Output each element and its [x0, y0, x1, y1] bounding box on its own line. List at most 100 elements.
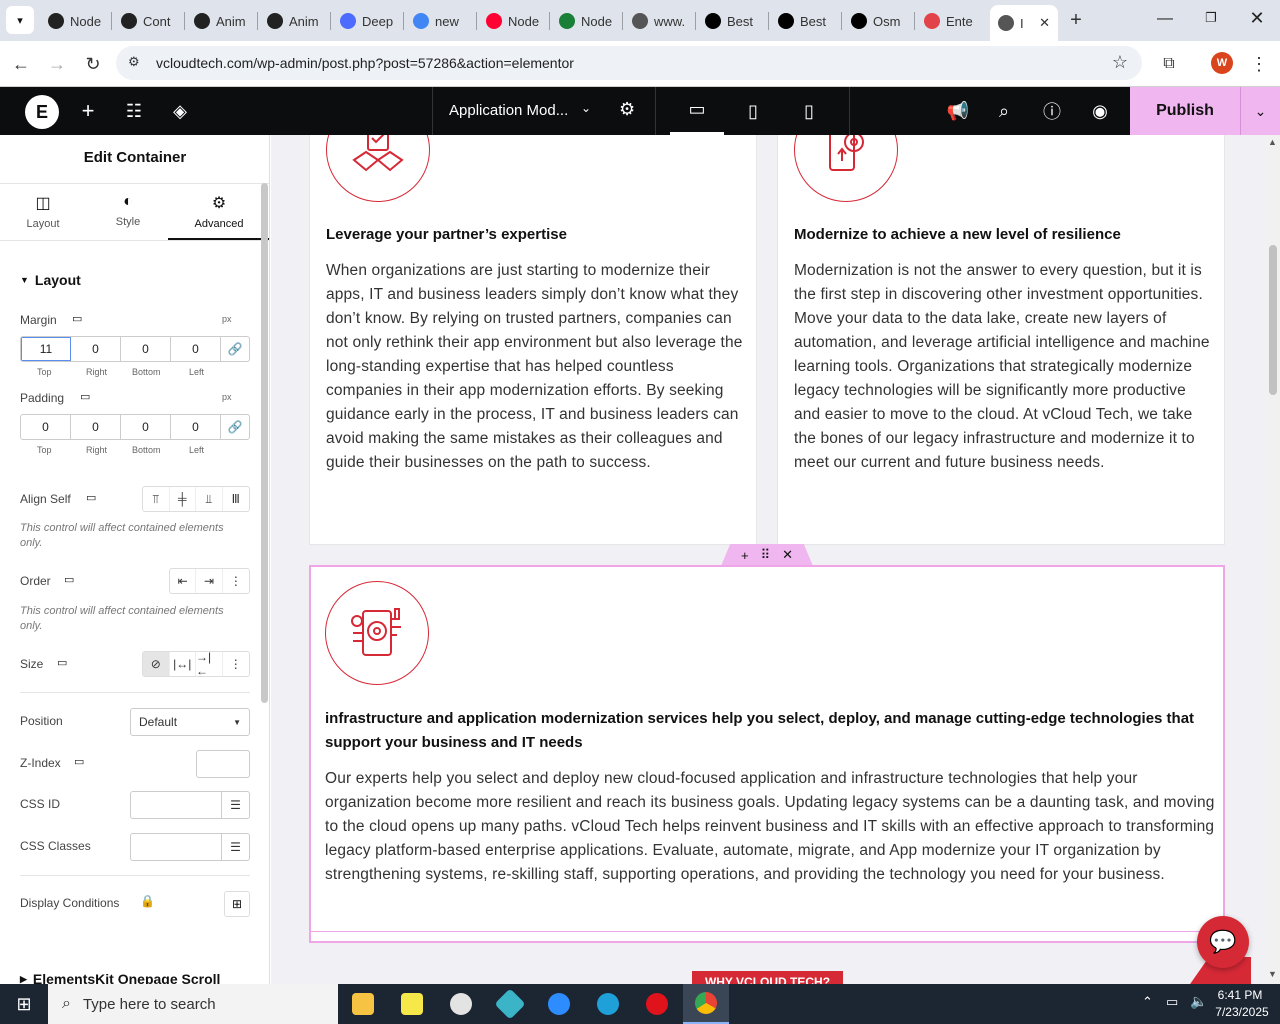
margin-left-input[interactable]: 0	[171, 337, 221, 361]
align-stretch-icon[interactable]: Ⅲ	[223, 487, 249, 511]
bookmark-star-icon[interactable]: ☆	[1112, 52, 1128, 73]
browser-tab[interactable]: Osm	[843, 6, 911, 36]
scroll-thumb[interactable]	[1269, 245, 1277, 395]
layout-section-header[interactable]: ▼ Layout	[20, 272, 81, 288]
browser-tab[interactable]: new	[405, 6, 473, 36]
margin-top-input[interactable]: 11	[21, 337, 71, 361]
feature-card[interactable]: Modernize to achieve a new level of resi…	[777, 135, 1225, 545]
drag-handle-icon[interactable]: ⠿	[761, 547, 771, 563]
elementskit-section-header[interactable]: ▶ ElementsKit Onepage Scroll	[20, 971, 220, 984]
align-start-icon[interactable]: ⫪	[143, 487, 170, 511]
page-settings-icon[interactable]: ⚙	[619, 99, 635, 120]
dynamic-tags-icon[interactable]: ☰	[221, 792, 249, 818]
file-explorer-icon[interactable]	[340, 984, 386, 1024]
margin-bottom-input[interactable]: 0	[121, 337, 171, 361]
mobile-view-icon[interactable]: ▯	[784, 87, 834, 135]
back-button[interactable]: ←	[6, 49, 36, 79]
more-options-icon[interactable]: ⋮	[223, 569, 249, 593]
opera-icon[interactable]	[634, 984, 680, 1024]
add-container-icon[interactable]: +	[741, 548, 749, 563]
tab-style[interactable]: ◐ Style	[86, 193, 170, 241]
minimize-button[interactable]: —	[1150, 10, 1180, 30]
scroll-down-icon[interactable]: ▼	[1268, 969, 1277, 979]
padding-bottom-input[interactable]: 0	[121, 415, 171, 439]
browser-tab[interactable]: Best	[770, 6, 838, 36]
forward-button[interactable]: →	[42, 49, 72, 79]
size-shrink-icon[interactable]: →|←	[196, 652, 223, 676]
link-values-icon[interactable]: 🔗	[221, 337, 249, 361]
notifications-icon[interactable]: 📢	[944, 87, 972, 135]
order-last-icon[interactable]: ⇥	[196, 569, 223, 593]
tablet-view-icon[interactable]: ▯	[728, 87, 778, 135]
publish-button[interactable]: Publish	[1130, 87, 1240, 135]
dynamic-tags-icon[interactable]: ☰	[221, 834, 249, 860]
browser-tab[interactable]: www.	[624, 6, 692, 36]
align-center-icon[interactable]: ╪	[170, 487, 196, 511]
browser-tab[interactable]: Best	[697, 6, 765, 36]
css-classes-input[interactable]: ☰	[130, 833, 250, 861]
network-icon[interactable]: ▭	[1166, 994, 1178, 1010]
browser-tab[interactable]: Node	[478, 6, 546, 36]
browser-tab[interactable]: Anim	[259, 6, 327, 36]
help-icon[interactable]: ⓘ	[1040, 87, 1064, 135]
new-tab-button[interactable]: +	[1064, 8, 1088, 32]
extensions-icon[interactable]: ⧉	[1154, 49, 1184, 79]
order-first-icon[interactable]: ⇤	[170, 569, 197, 593]
position-select[interactable]: Default ▼	[130, 708, 250, 736]
windows-start-icon[interactable]: ⊞	[0, 984, 48, 1024]
zindex-input[interactable]	[196, 750, 250, 778]
app-icon[interactable]	[487, 984, 533, 1024]
url-input[interactable]: ⚙ vcloudtech.com/wp-admin/post.php?post=…	[116, 46, 1142, 80]
responsive-desktop-icon[interactable]: ▭	[64, 573, 74, 586]
responsive-desktop-icon[interactable]: ▭	[80, 390, 90, 403]
tab-search-button[interactable]: ▾	[6, 6, 34, 34]
close-window-button[interactable]: ✕	[1244, 8, 1270, 30]
browser-tab[interactable]: Cont	[113, 6, 181, 36]
sticky-notes-icon[interactable]	[389, 984, 435, 1024]
delete-container-icon[interactable]: ✕	[782, 547, 793, 563]
reload-button[interactable]: ↻	[78, 49, 108, 79]
padding-right-input[interactable]: 0	[71, 415, 121, 439]
chat-button[interactable]: 💬	[1197, 916, 1249, 968]
taskbar-search-box[interactable]: ⌕ Type here to search	[48, 984, 338, 1024]
margin-right-input[interactable]: 0	[71, 337, 121, 361]
responsive-desktop-icon[interactable]: ▭	[86, 491, 96, 504]
desktop-view-icon[interactable]: ▭	[670, 87, 724, 135]
structure-layers-icon[interactable]: ◈	[168, 87, 192, 135]
browser-tab[interactable]: Anim	[186, 6, 254, 36]
responsive-desktop-icon[interactable]: ▭	[74, 755, 84, 768]
browser-menu-icon[interactable]: ⋮	[1244, 49, 1274, 79]
panel-scrollbar[interactable]	[261, 183, 268, 703]
tray-chevron-icon[interactable]: ⌃	[1142, 994, 1153, 1010]
chrome-icon[interactable]	[683, 984, 729, 1024]
align-end-icon[interactable]: ⫫	[196, 487, 223, 511]
browser-tab[interactable]: Deep	[332, 6, 400, 36]
responsive-desktop-icon[interactable]: ▭	[57, 656, 67, 669]
size-none-icon[interactable]: ⊘	[143, 652, 170, 676]
clock-date[interactable]: 7/23/2025	[1210, 1005, 1274, 1019]
margin-unit-select[interactable]: px	[222, 314, 232, 324]
page-selector[interactable]: Application Mod... ⌄ ⚙	[432, 87, 656, 135]
more-options-icon[interactable]: ⋮	[223, 652, 249, 676]
clock-time[interactable]: 6:41 PM	[1210, 988, 1270, 1002]
publish-options-chevron-icon[interactable]: ⌄	[1240, 87, 1280, 135]
site-settings-icon[interactable]: ☷	[122, 87, 146, 135]
conditions-button[interactable]: ⊞	[224, 891, 250, 917]
browser-tab[interactable]: I ✕	[990, 5, 1058, 41]
browser-tab[interactable]: Ente	[916, 6, 984, 36]
tab-advanced[interactable]: ⚙ Advanced	[168, 193, 269, 241]
preview-eye-icon[interactable]: ◉	[1088, 87, 1112, 135]
padding-left-input[interactable]: 0	[171, 415, 221, 439]
elementor-logo-icon[interactable]: E	[25, 95, 59, 129]
close-tab-icon[interactable]: ✕	[1039, 15, 1050, 31]
paint-icon[interactable]	[438, 984, 484, 1024]
add-element-icon[interactable]: +	[76, 87, 100, 135]
search-icon[interactable]: ⌕	[992, 87, 1016, 135]
zoom-icon[interactable]	[536, 984, 582, 1024]
browser-tab[interactable]: Node	[40, 6, 108, 36]
feature-card[interactable]: Leverage your partner’s expertise When o…	[309, 135, 757, 545]
link-values-icon[interactable]: 🔗	[221, 415, 249, 439]
padding-unit-select[interactable]: px	[222, 392, 232, 402]
browser-tab[interactable]: Node	[551, 6, 619, 36]
restore-button[interactable]: ❐	[1198, 10, 1224, 30]
